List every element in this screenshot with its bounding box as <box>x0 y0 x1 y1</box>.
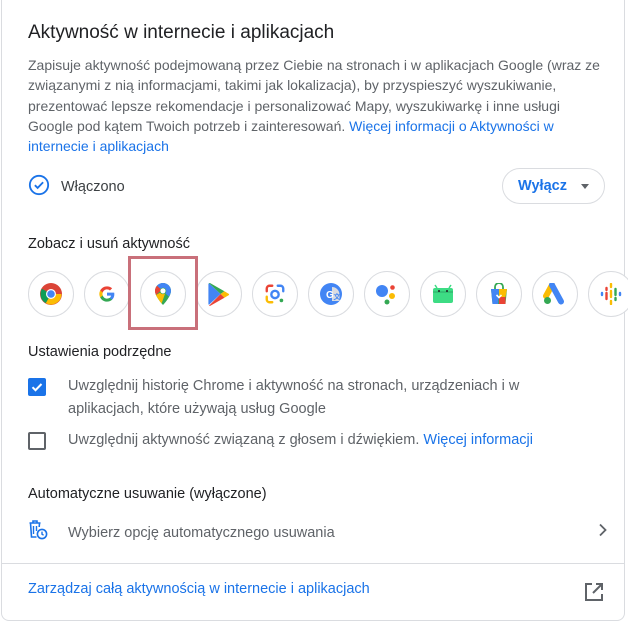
voice-learn-more-link[interactable]: Więcej informacji <box>423 432 533 448</box>
lens-icon[interactable] <box>252 271 298 317</box>
shopping-icon[interactable] <box>476 271 522 317</box>
selected-app-highlight <box>128 256 198 330</box>
manage-activity-link[interactable]: Zarządzaj całą aktywnością w internecie … <box>28 581 370 597</box>
svg-text:文: 文 <box>334 292 342 301</box>
chrome-history-checkbox[interactable] <box>28 378 46 396</box>
auto-delete-option[interactable]: Wybierz opcję automatycznego usuwania <box>28 519 608 546</box>
assistant-icon[interactable] <box>364 271 410 317</box>
podcasts-icon[interactable] <box>588 271 628 317</box>
subsetting-voice-row: Uwzględnij aktywność związaną z głosem i… <box>28 432 598 452</box>
subsettings-heading: Ustawienia podrzędne <box>28 344 172 360</box>
turn-off-label: Wyłącz <box>518 178 567 194</box>
activity-card: Aktywność w internecie i aplikacjach Zap… <box>1 0 628 621</box>
chrome-history-label: Uwzględnij historię Chrome i aktywność n… <box>68 378 520 417</box>
subsetting-chrome-row: Uwzględnij historię Chrome i aktywność n… <box>28 378 598 421</box>
check-circle-icon <box>28 174 50 201</box>
card-title: Aktywność w internecie i aplikacjach <box>28 22 335 43</box>
voice-activity-checkbox[interactable] <box>28 432 46 450</box>
status-row: Włączono <box>28 174 125 201</box>
auto-delete-icon <box>28 519 48 546</box>
card-description: Zapisuje aktywność podejmowaną przez Cie… <box>28 55 603 156</box>
footer-divider <box>2 563 624 564</box>
chevron-down-icon <box>580 183 589 189</box>
chrome-icon[interactable] <box>28 271 74 317</box>
voice-activity-label: Uwzględnij aktywność związaną z głosem i… <box>68 429 598 452</box>
view-section-heading: Zobacz i usuń aktywność <box>28 236 190 252</box>
play-icon[interactable] <box>196 271 242 317</box>
google-icon[interactable] <box>84 271 130 317</box>
auto-delete-heading: Automatyczne usuwanie (wyłączone) <box>28 486 267 502</box>
turn-off-button[interactable]: Wyłącz <box>502 168 605 204</box>
app-icons-row: G 文 <box>28 271 628 319</box>
status-label: Włączono <box>61 179 125 195</box>
translate-icon[interactable]: G 文 <box>308 271 354 317</box>
voice-activity-text: Uwzględnij aktywność związaną z głosem i… <box>68 432 420 448</box>
chevron-right-icon <box>598 523 608 542</box>
auto-delete-label: Wybierz opcję automatycznego usuwania <box>68 524 335 541</box>
open-in-new-icon[interactable] <box>584 582 604 607</box>
ads-icon[interactable] <box>532 271 578 317</box>
android-icon[interactable] <box>420 271 466 317</box>
